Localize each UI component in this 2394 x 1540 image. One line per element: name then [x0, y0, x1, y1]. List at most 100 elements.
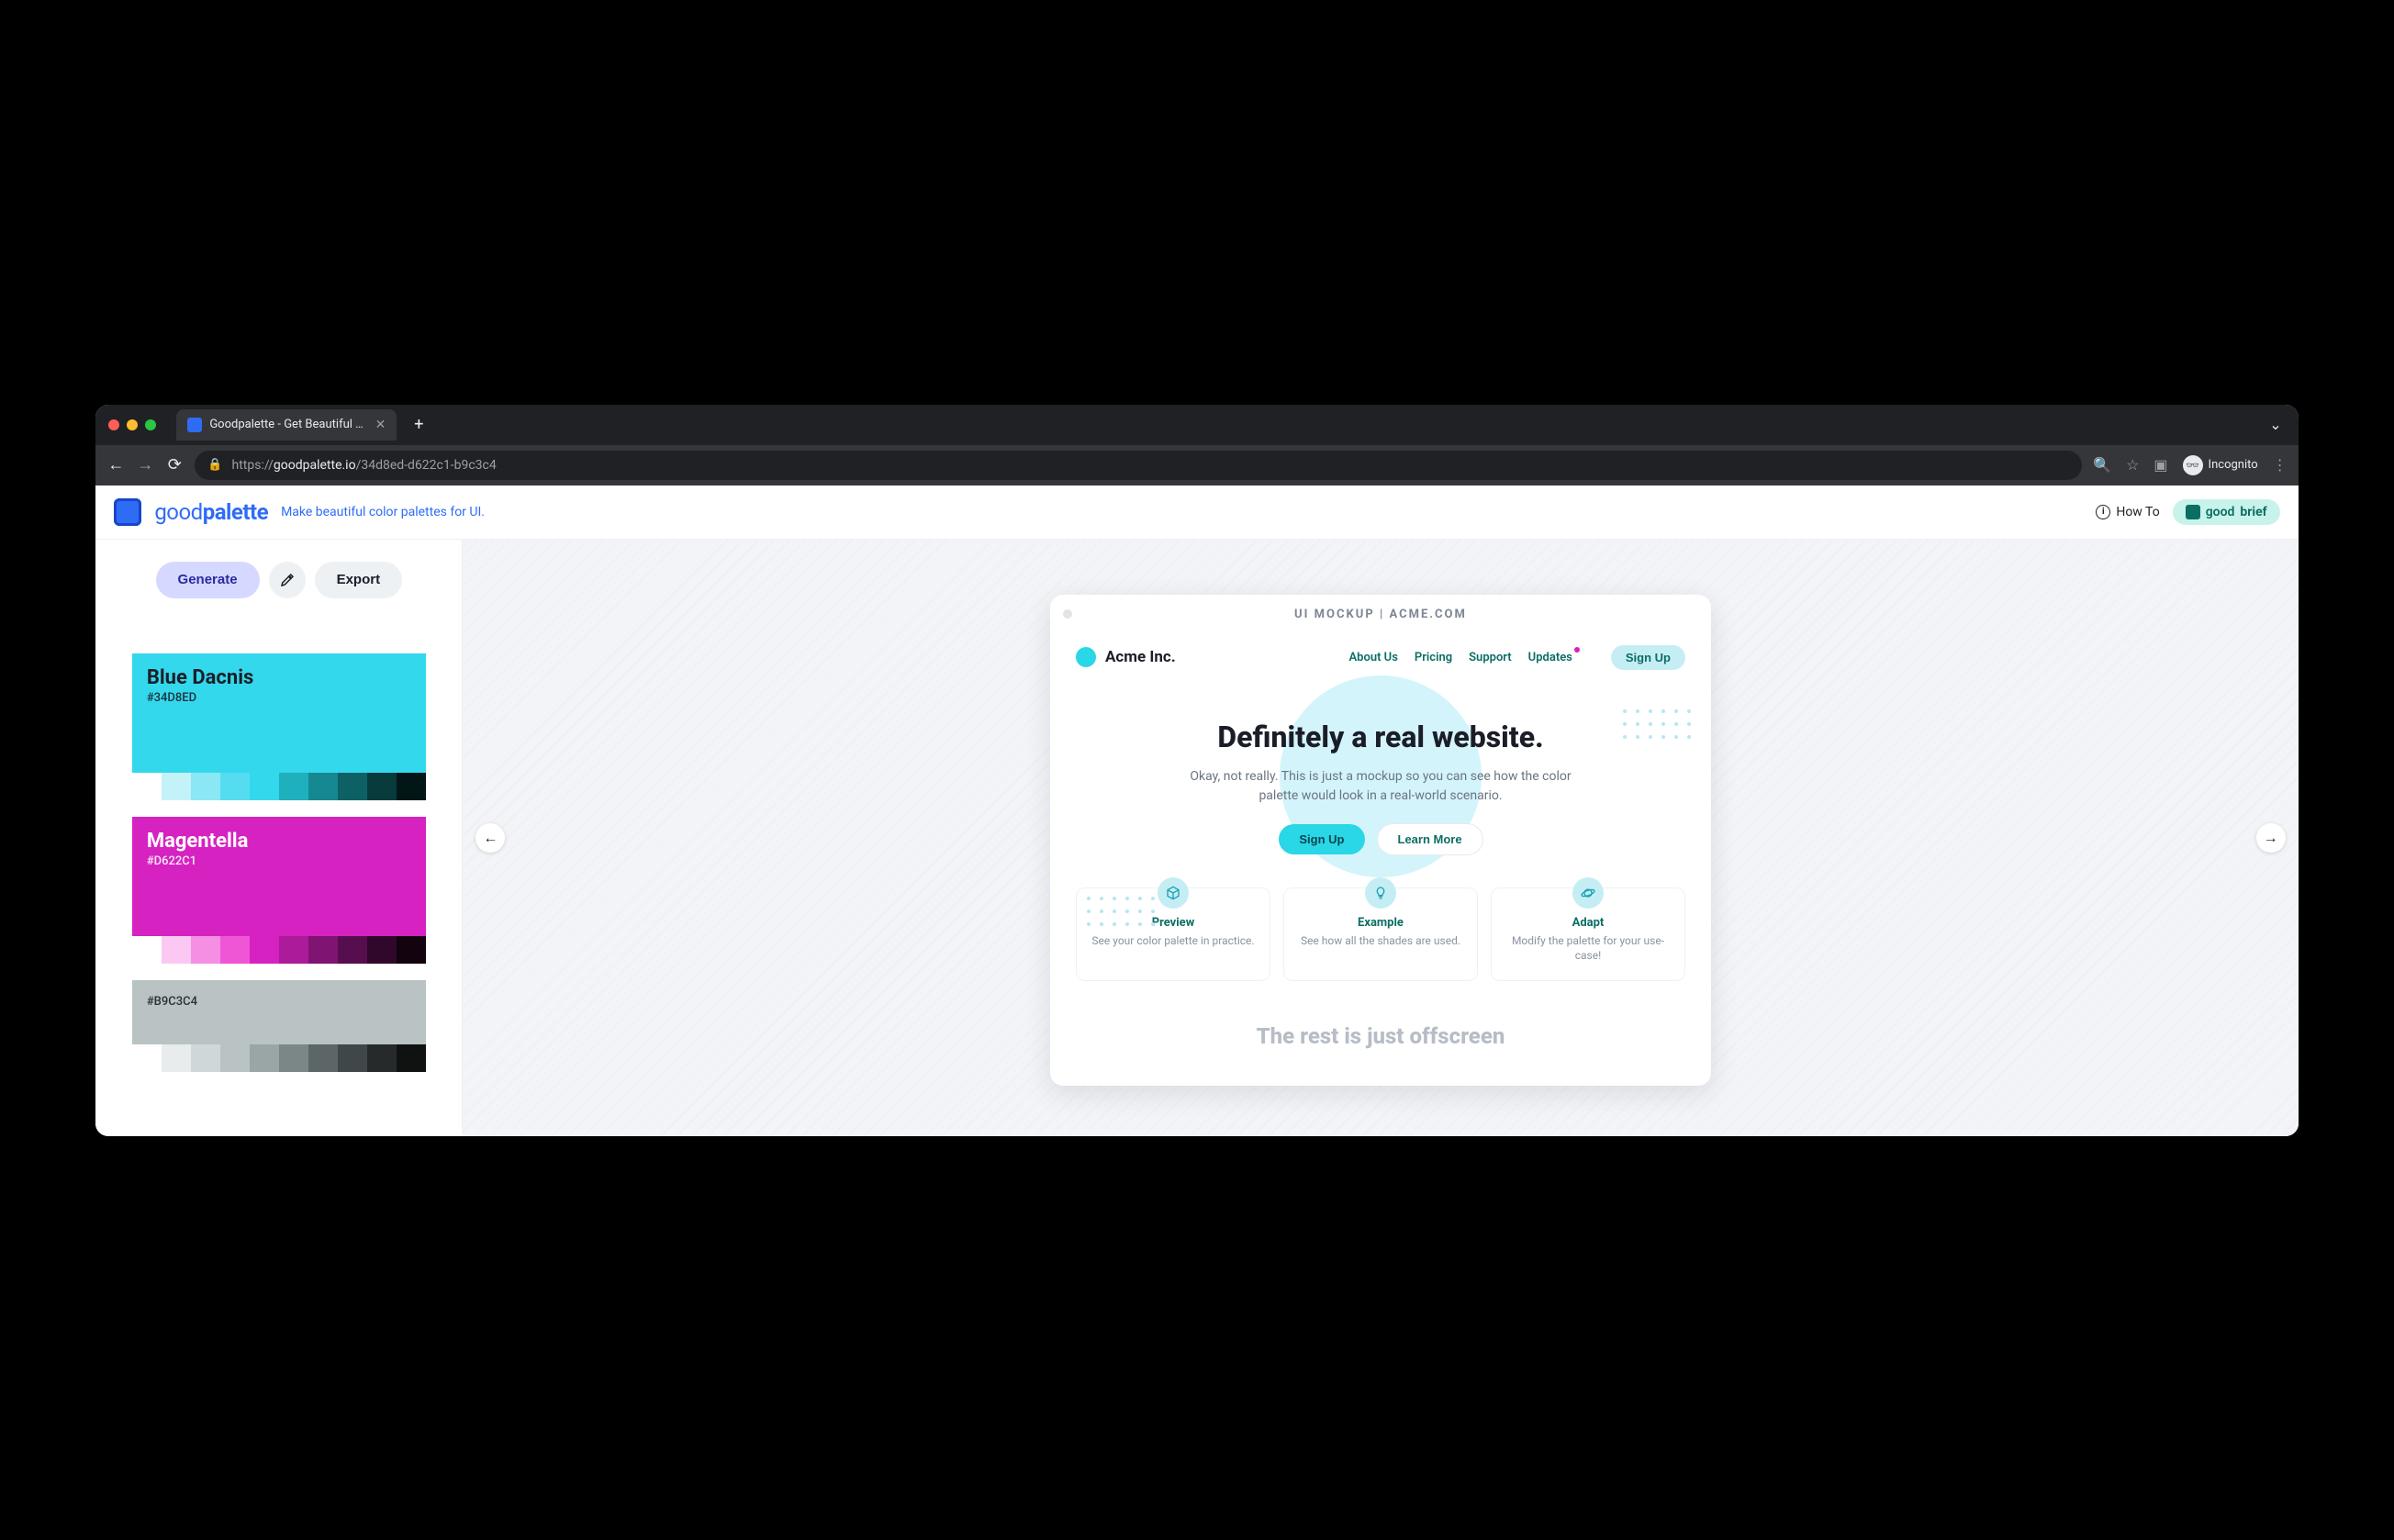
url-text: https://goodpalette.io/34d8ed-d622c1-b9c… [232, 458, 2070, 473]
shade-swatch[interactable] [250, 773, 279, 800]
browser-tab[interactable]: Goodpalette - Get Beautiful Co ✕ [176, 409, 397, 441]
back-button[interactable]: ← [106, 455, 125, 474]
feature-desc: See how all the shades are used. [1293, 933, 1468, 949]
palette-main-swatch[interactable]: Magentella#D622C1 [132, 817, 426, 936]
mockup-nav-link[interactable]: Updates [1528, 651, 1572, 664]
brand-logo-icon [1076, 647, 1096, 667]
shade-swatch[interactable] [220, 773, 250, 800]
url-scheme: https:// [232, 458, 274, 473]
palette-hex: #34D8ED [147, 691, 411, 705]
carousel-prev-button[interactable]: ← [475, 823, 505, 853]
shade-swatch[interactable] [132, 773, 162, 800]
mockup-window-dot-icon [1063, 609, 1072, 619]
tab-strip: Goodpalette - Get Beautiful Co ✕ + ⌄ [95, 405, 2298, 445]
hero-learn-more-button[interactable]: Learn More [1378, 824, 1482, 854]
shade-swatch[interactable] [279, 1044, 308, 1072]
shade-swatch[interactable] [397, 773, 426, 800]
shade-swatch[interactable] [279, 773, 308, 800]
feature-card: AdaptModify the palette for your use-cas… [1491, 887, 1685, 982]
shade-swatch[interactable] [338, 936, 367, 964]
export-button[interactable]: Export [315, 562, 403, 598]
palette-card[interactable]: #B9C3C4 [132, 980, 426, 1072]
goodpalette-logo-text[interactable]: goodpalette [154, 499, 268, 525]
shade-swatch[interactable] [367, 936, 397, 964]
shade-swatch[interactable] [367, 1044, 397, 1072]
lock-icon: 🔒 [207, 458, 222, 472]
shade-swatch[interactable] [191, 936, 220, 964]
mockup-brand: Acme Inc. [1076, 647, 1176, 667]
hero-subtext: Okay, not really. This is just a mockup … [1179, 767, 1583, 806]
mockup-nav-link[interactable]: Support [1469, 651, 1512, 664]
close-window-button[interactable] [108, 419, 119, 430]
shade-swatch[interactable] [367, 773, 397, 800]
goodbrief-word-good: good [2206, 505, 2235, 519]
page: goodpalette Make beautiful color palette… [95, 485, 2298, 1136]
browser-menu-button[interactable]: ⋮ [2273, 456, 2288, 474]
hero-signup-button[interactable]: Sign Up [1279, 824, 1364, 854]
mockup-nav-link[interactable]: Pricing [1415, 651, 1452, 664]
extensions-icon[interactable]: ▣ [2153, 456, 2167, 474]
shade-swatch[interactable] [162, 936, 191, 964]
shade-swatch[interactable] [308, 773, 338, 800]
mockup-window: UI MOCKUP | ACME.COM Acme Inc. About UsP… [1050, 595, 1711, 1087]
shade-swatch[interactable] [132, 1044, 162, 1072]
shade-swatch[interactable] [191, 773, 220, 800]
shade-row [132, 1044, 426, 1072]
how-to-label: How To [2116, 505, 2159, 519]
palette-main-swatch[interactable]: #B9C3C4 [132, 980, 426, 1044]
shade-swatch[interactable] [308, 936, 338, 964]
maximize-window-button[interactable] [145, 419, 156, 430]
palette-list: Blue Dacnis #34D8ED Magentella#D622C1 #B9C3… [132, 653, 426, 1072]
eyedropper-button[interactable] [269, 562, 306, 598]
shade-swatch[interactable] [397, 1044, 426, 1072]
how-to-link[interactable]: i How To [2096, 505, 2159, 519]
minimize-window-button[interactable] [127, 419, 138, 430]
feature-row: PreviewSee your color palette in practic… [1076, 887, 1685, 982]
shade-swatch[interactable] [250, 936, 279, 964]
shade-swatch[interactable] [220, 1044, 250, 1072]
shade-swatch[interactable] [308, 1044, 338, 1072]
shade-swatch[interactable] [162, 1044, 191, 1072]
incognito-label: Incognito [2209, 458, 2258, 472]
new-tab-button[interactable]: + [406, 412, 431, 438]
feature-desc: See your color palette in practice. [1086, 933, 1260, 949]
shade-swatch[interactable] [338, 773, 367, 800]
address-bar[interactable]: 🔒 https://goodpalette.io/34d8ed-d622c1-b… [195, 451, 2082, 480]
shade-swatch[interactable] [338, 1044, 367, 1072]
shade-swatch[interactable] [397, 936, 426, 964]
reload-button[interactable]: ⟳ [165, 455, 184, 474]
goodbrief-word-brief: brief [2240, 505, 2266, 519]
brand-name: Acme Inc. [1105, 648, 1176, 666]
url-path: /34d8ed-d622c1-b9c3c4 [356, 458, 497, 473]
palette-card[interactable]: Blue Dacnis #34D8ED [132, 653, 426, 800]
shade-swatch[interactable] [220, 936, 250, 964]
shade-swatch[interactable] [162, 773, 191, 800]
shade-swatch[interactable] [191, 1044, 220, 1072]
bookmark-icon[interactable]: ☆ [2126, 456, 2139, 474]
palette-main-swatch[interactable]: Blue Dacnis #34D8ED [132, 653, 426, 773]
shade-swatch[interactable] [250, 1044, 279, 1072]
bulb-icon [1365, 877, 1396, 909]
tabs-dropdown-button[interactable]: ⌄ [2265, 412, 2285, 437]
eyedropper-icon [279, 572, 296, 588]
favicon-icon [187, 418, 202, 432]
browser-toolbar: ← → ⟳ 🔒 https://goodpalette.io/34d8ed-d6… [95, 445, 2298, 485]
carousel-next-button[interactable]: → [2256, 823, 2286, 853]
goodbrief-link[interactable]: good brief [2173, 499, 2280, 525]
palette-hex: #D622C1 [147, 854, 411, 868]
cube-icon [1158, 877, 1189, 909]
zoom-icon[interactable]: 🔍 [2093, 456, 2111, 474]
generate-button[interactable]: Generate [156, 562, 260, 598]
palette-name: Blue Dacnis [147, 666, 411, 689]
site-header: goodpalette Make beautiful color palette… [95, 485, 2298, 540]
forward-button[interactable]: → [136, 455, 154, 474]
hero-headline: Definitely a real website. [1094, 720, 1667, 754]
mockup-nav-link[interactable]: About Us [1348, 651, 1397, 664]
mockup-nav: Acme Inc. About UsPricingSupportUpdates … [1076, 645, 1685, 670]
goodbrief-icon [2186, 505, 2200, 519]
shade-swatch[interactable] [132, 936, 162, 964]
shade-swatch[interactable] [279, 936, 308, 964]
palette-card[interactable]: Magentella#D622C1 [132, 817, 426, 964]
close-tab-button[interactable]: ✕ [375, 418, 386, 432]
mockup-nav-signup-button[interactable]: Sign Up [1611, 645, 1685, 670]
